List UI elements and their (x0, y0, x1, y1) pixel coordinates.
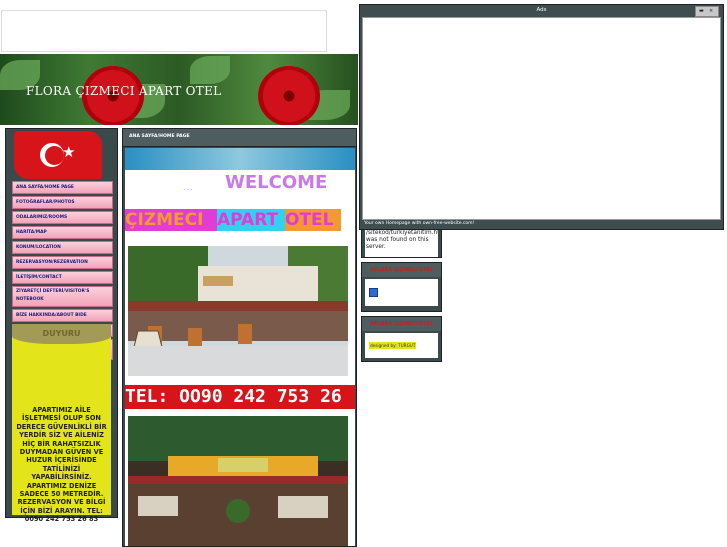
info-box-1-title: AFLORA ÇIZMECI OTEL (362, 263, 441, 277)
apart-otel-banner: ÇIZMECI APART OTEL (125, 209, 341, 231)
leaf-decoration (190, 56, 230, 84)
main-content-panel: ANA SAYFA/HOME PAGE ... WELCOME ÇIZMECI … (122, 128, 357, 547)
error-box: /sitekod/turkiyetanitim.html was not fou… (361, 229, 442, 258)
apart-word-3: OTEL (285, 209, 341, 231)
scroll-heading: DUYURU (42, 329, 81, 338)
left-sidebar: ★ ANA SAYFA/HOME PAGE FOTOĞRAFLAR/PHOTOS… (5, 128, 118, 523)
ads-footer-link[interactable]: Your own Homepage with own-free-website.… (364, 221, 474, 226)
apart-word-2: APART (217, 209, 285, 231)
minimize-icon[interactable]: ▬ (699, 7, 704, 16)
phone-banner: TEL: OO90 242 753 26 (125, 385, 355, 409)
ads-window: Ads ▬ × Your own Homepage with own-free-… (359, 4, 724, 230)
announcement-text: APARTIMIZ AİLE İŞLETMESİ OLUP SON DERECE… (16, 406, 107, 524)
star-icon: ★ (62, 143, 76, 161)
announcement-scroll: DUYURU APARTIMIZ AİLE İŞLETMESİ OLUP SON… (12, 324, 111, 523)
dots-decoration: ... (183, 183, 194, 192)
close-icon[interactable]: × (709, 7, 713, 16)
image-icon[interactable] (369, 288, 378, 297)
menu-item-map[interactable]: HARİTA/MAP (12, 226, 113, 239)
site-title: FLORA ÇIZMECI APART OTEL (26, 84, 222, 98)
sky-strip (125, 148, 355, 170)
menu-item-rooms[interactable]: ODALARIMIZ/ROOMS (12, 211, 113, 224)
phone-text: TEL: OO90 242 753 26 (125, 386, 342, 407)
apart-word-1: ÇIZMECI (125, 209, 217, 231)
info-box-2-body: designed by: TURGUT (365, 333, 438, 358)
hotel-photo-day-svg (128, 246, 348, 376)
top-empty-box (1, 10, 327, 52)
menu-item-home[interactable]: ANA SAYFA/HOME PAGE (12, 181, 113, 194)
header-banner: FLORA ÇIZMECI APART OTEL (0, 54, 358, 125)
ads-window-controls[interactable]: ▬ × (695, 6, 719, 17)
info-box-1-body (365, 279, 438, 306)
info-box-2: AFLORA ÇIZMECI OTEL designed by: TURGUT (361, 316, 442, 362)
main-header-title: ANA SAYFA/HOME PAGE (129, 134, 190, 139)
error-message: /sitekod/turkiyetanitim.html was not fou… (365, 230, 438, 257)
main-content: ... WELCOME ÇIZMECI APART OTEL TEL: OO90… (125, 148, 355, 546)
crescent-icon (40, 143, 64, 167)
menu-item-guestbook[interactable]: ZİYARETÇİ DEFTERİ/VISITOR'S NOTEBOOK (12, 286, 113, 307)
menu-item-photos[interactable]: FOTOĞRAFLAR/PHOTOS (12, 196, 113, 209)
menu-item-contact[interactable]: İLETİŞİM/CONTACT (12, 271, 113, 284)
hotel-photo-day (128, 246, 348, 376)
hibiscus-flower (258, 66, 320, 125)
menu-item-reservation[interactable]: REZERVASYON/REZERVATION (12, 256, 113, 269)
ads-title: Ads (536, 7, 547, 13)
welcome-heading: WELCOME (225, 172, 328, 193)
menu-item-about[interactable]: BİZE HAKKINDA/ABOUT BIDE (12, 309, 113, 322)
ads-content (362, 17, 721, 220)
menu-item-location[interactable]: KONUM/LOCATION (12, 241, 113, 254)
main-header: ANA SAYFA/HOME PAGE (123, 129, 356, 147)
hotel-photo-night (128, 416, 348, 546)
designed-by-label[interactable]: designed by: TURGUT (369, 342, 417, 349)
hotel-photo-night-svg (128, 416, 348, 546)
info-box-2-title: AFLORA ÇIZMECI OTEL (362, 317, 441, 331)
turkish-flag: ★ (14, 131, 102, 179)
info-box-1: AFLORA ÇIZMECI OTEL (361, 262, 442, 312)
